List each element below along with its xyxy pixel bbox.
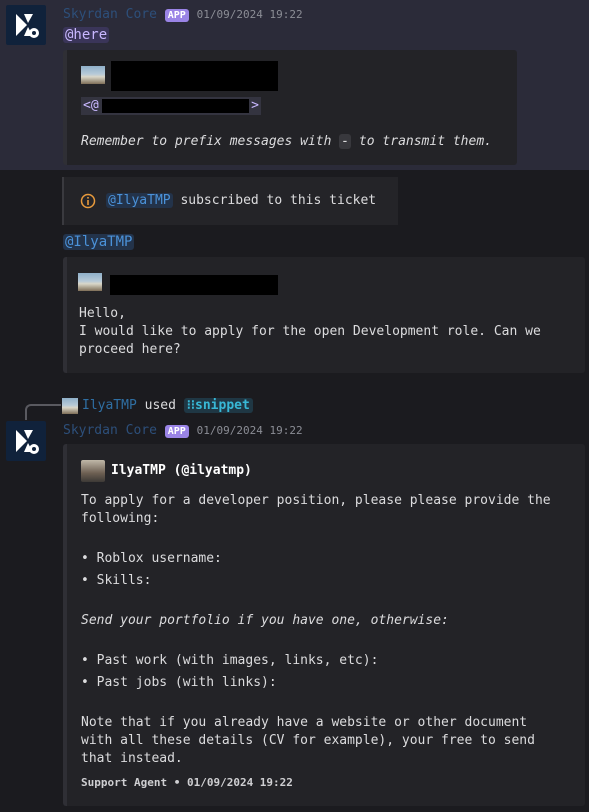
embed-intro: To apply for a developer position, pleas… [81, 492, 551, 528]
ilya-mention[interactable]: @IlyaTMP [63, 234, 135, 250]
author-name[interactable]: Skyrdan Core [63, 423, 157, 438]
embed-author-icon [81, 66, 105, 84]
bot-avatar[interactable] [6, 5, 46, 45]
note-line: Note that if you already have a website … [81, 715, 528, 730]
note-line: with all these details (CV for example),… [81, 733, 535, 748]
system-notice: @IlyaTMP subscribed to this ticket [62, 177, 398, 225]
list-item-text: Skills: [96, 573, 152, 588]
ilya-mention-line: @IlyaTMP [63, 234, 135, 250]
embed-card: Hello, I would like to apply for the ope… [63, 257, 585, 373]
intro-line: To apply for a developer position, pleas… [81, 493, 551, 508]
timestamp[interactable]: 01/09/2024 19:22 [197, 424, 303, 437]
embed-note: Remember to prefix messages with - to tr… [81, 133, 492, 151]
skyrdan-logo-icon [16, 430, 39, 454]
system-text: subscribed to this ticket [180, 193, 377, 208]
slash-command[interactable]: ⁝⁝snippet [183, 398, 253, 413]
command-icon: ⁝⁝ [186, 398, 196, 413]
reply-connector [25, 404, 61, 420]
list-item: • Skills: [81, 573, 152, 588]
portfolio-text: Send your portfolio if you have one, oth… [81, 613, 449, 628]
embed-author-avatar[interactable] [81, 460, 105, 482]
subscribed-user-mention[interactable]: @IlyaTMP [106, 193, 173, 208]
embed-description: Hello, I would like to apply for the ope… [79, 305, 541, 359]
mention-prefix: <@ [83, 98, 99, 113]
redacted-author [111, 61, 278, 91]
command-name: snippet [195, 398, 250, 413]
message-header: Skyrdan Core APP 01/09/2024 19:22 [63, 423, 303, 438]
list-item: • Past jobs (with links): [81, 675, 277, 690]
message-header: Skyrdan Core APP 01/09/2024 19:22 [63, 7, 303, 22]
list-item-text: Past work (with images, links, etc): [96, 653, 379, 668]
note-line: that instead. [81, 751, 183, 766]
past-work-list: • Past work (with images, links, etc): •… [81, 652, 378, 692]
note-after: to transmit them. [351, 134, 492, 149]
note-before: Remember to prefix messages with [81, 134, 340, 149]
requirements-list: • Roblox username: • Skills: [81, 550, 222, 590]
bot-avatar[interactable] [6, 421, 46, 461]
reply-user-avatar[interactable] [62, 398, 78, 414]
note-code: - [339, 134, 352, 149]
here-mention[interactable]: @here [63, 27, 110, 43]
mention-suffix: > [251, 98, 259, 113]
list-item: • Roblox username: [81, 551, 222, 566]
list-item-text: Roblox username: [96, 551, 222, 566]
description-line: proceed here? [79, 342, 181, 357]
list-item: • Past work (with images, links, etc): [81, 653, 379, 668]
intro-line: following: [81, 511, 160, 526]
embed-card: <@ > Remember to prefix messages with - … [63, 50, 517, 165]
list-item-text: Past jobs (with links): [96, 675, 277, 690]
embed-author-icon [78, 273, 102, 291]
reply-username[interactable]: IlyaTMP [82, 398, 137, 413]
timestamp[interactable]: 01/09/2024 19:22 [197, 8, 303, 21]
reply-used-text: used [144, 398, 176, 413]
skyrdan-logo-icon [16, 14, 39, 38]
redacted-author [110, 275, 278, 295]
app-badge: APP [164, 425, 189, 438]
embed-author-name[interactable]: IlyaTMP (@ilyatmp) [111, 463, 252, 478]
reply-summary: IlyaTMP used ⁝⁝snippet [82, 398, 253, 413]
info-icon [80, 193, 96, 209]
snippet-embed-card: IlyaTMP (@ilyatmp) To apply for a develo… [63, 444, 585, 806]
author-name[interactable]: Skyrdan Core [63, 7, 157, 22]
redacted-user-id [102, 99, 249, 113]
embed-footer: Support Agent • 01/09/2024 19:22 [81, 776, 293, 789]
embed-note: Note that if you already have a website … [81, 714, 535, 768]
description-line: Hello, [79, 306, 126, 321]
here-mention-line: @here [63, 27, 110, 43]
app-badge: APP [164, 9, 189, 22]
description-line: I would like to apply for the open Devel… [79, 324, 541, 339]
